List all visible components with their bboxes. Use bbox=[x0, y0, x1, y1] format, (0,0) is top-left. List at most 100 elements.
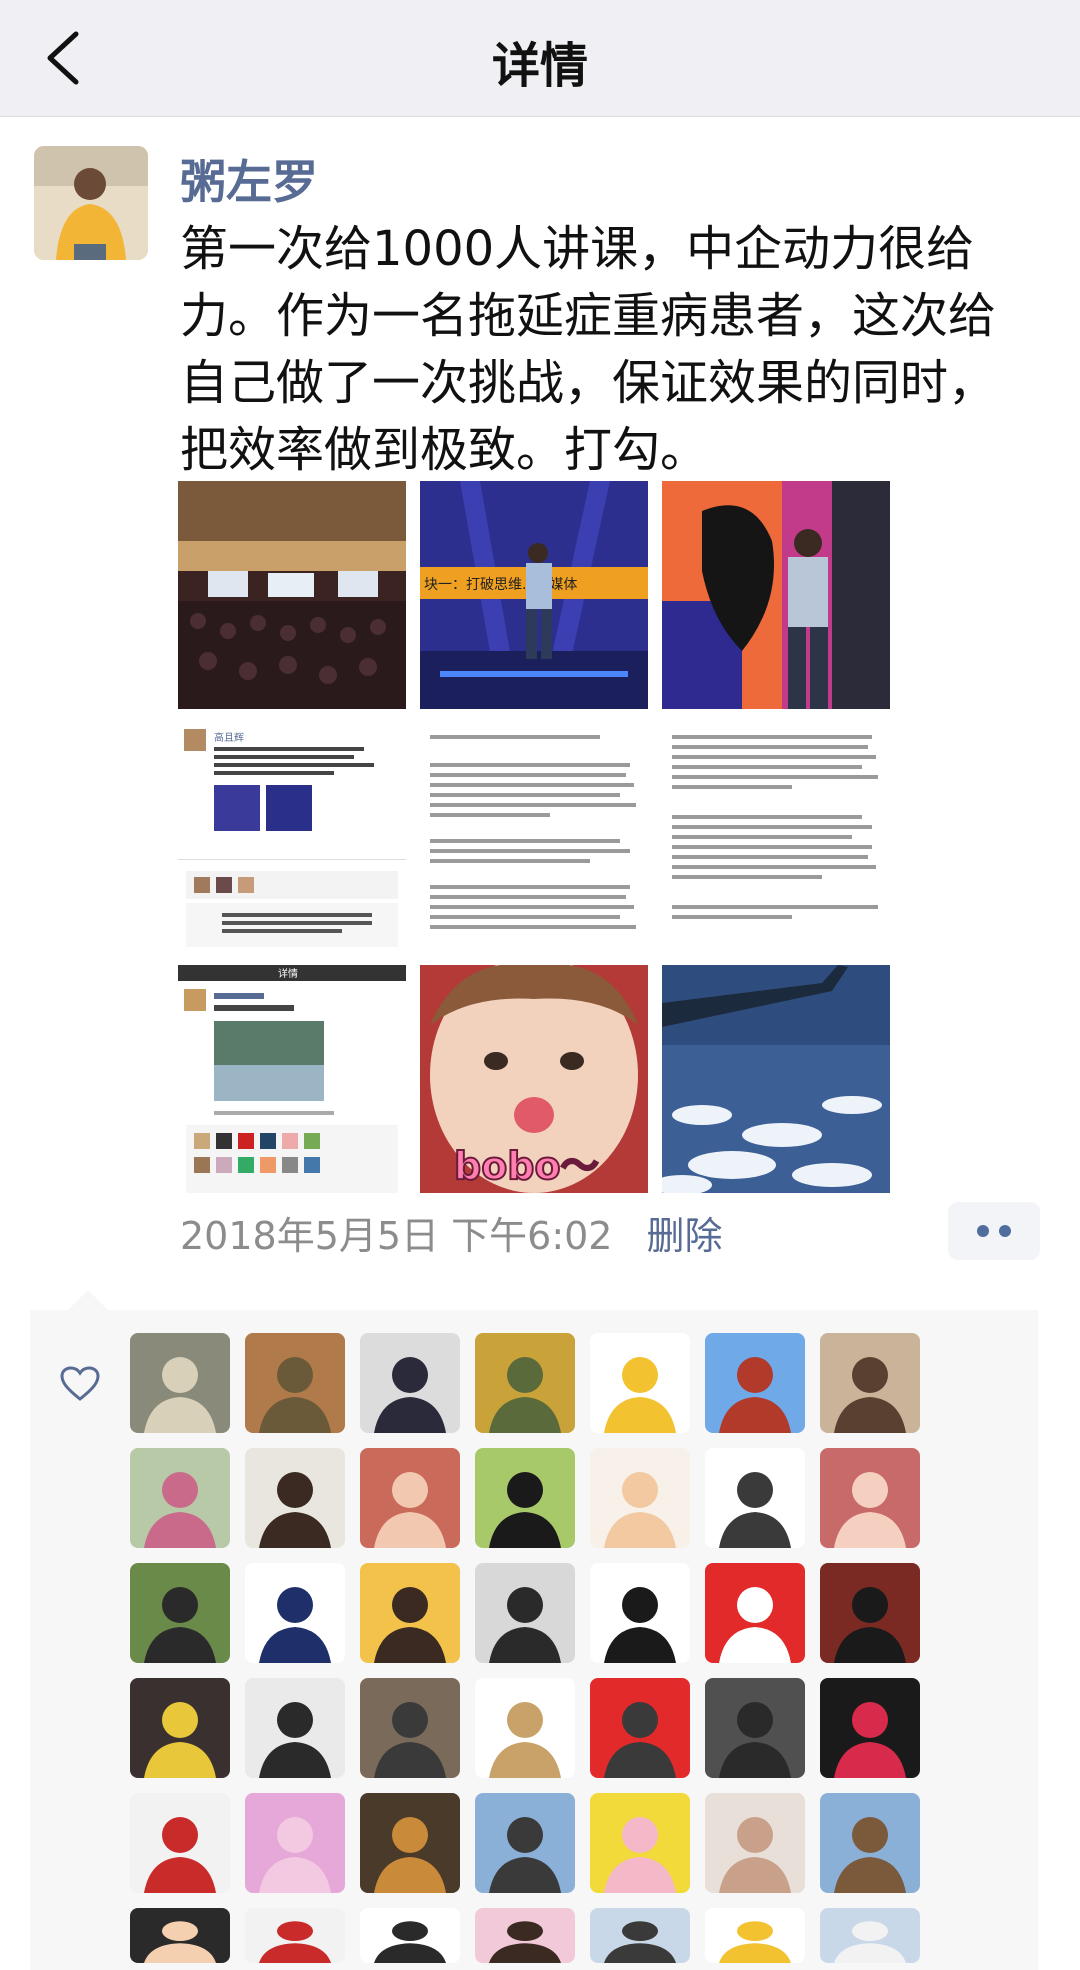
liker-avatar-image bbox=[360, 1448, 460, 1548]
liker-avatar-image bbox=[705, 1793, 805, 1893]
liker-avatar-image bbox=[705, 1563, 805, 1663]
heart-outline-icon bbox=[60, 1366, 100, 1401]
baby-kiss-photo[interactable]: bobo～ bbox=[420, 965, 648, 1193]
post-image-grid: 块一：打破思维...新媒体 高且辉 详情 bobo～ bbox=[178, 481, 890, 1193]
liker-avatar[interactable] bbox=[130, 1563, 230, 1663]
liker-avatar[interactable] bbox=[820, 1448, 920, 1548]
liker-avatar[interactable] bbox=[590, 1678, 690, 1778]
liker-avatar[interactable] bbox=[475, 1908, 575, 1963]
liker-avatar[interactable] bbox=[475, 1678, 575, 1778]
liker-avatar[interactable] bbox=[590, 1908, 690, 1963]
liker-avatar[interactable] bbox=[245, 1333, 345, 1433]
liker-avatar-image bbox=[130, 1563, 230, 1663]
liker-avatar-image bbox=[360, 1678, 460, 1778]
liker-avatar-image bbox=[820, 1563, 920, 1663]
screenshot-author-name: 高且辉 bbox=[214, 731, 244, 744]
liker-avatar[interactable] bbox=[705, 1793, 805, 1893]
page-title: 详情 bbox=[491, 38, 588, 94]
liker-avatar[interactable] bbox=[475, 1793, 575, 1893]
liker-avatar[interactable] bbox=[130, 1793, 230, 1893]
article-text-screenshot-2[interactable] bbox=[662, 723, 890, 951]
liker-avatar-image bbox=[820, 1333, 920, 1433]
stage-banner-text: 块一：打破思维...新媒体 bbox=[424, 576, 577, 593]
liker-avatar-image bbox=[475, 1563, 575, 1663]
conference-hall-photo[interactable] bbox=[178, 481, 406, 709]
speaker-with-screen-photo[interactable] bbox=[662, 481, 890, 709]
liker-avatar[interactable] bbox=[245, 1448, 345, 1548]
liker-avatar-image bbox=[130, 1333, 230, 1433]
liker-avatar[interactable] bbox=[820, 1563, 920, 1663]
liker-avatar[interactable] bbox=[360, 1333, 460, 1433]
liker-avatar-image bbox=[705, 1678, 805, 1778]
author-name[interactable]: 粥左罗 bbox=[180, 146, 318, 212]
liker-avatar-image bbox=[820, 1448, 920, 1548]
liker-avatar[interactable] bbox=[130, 1908, 230, 1963]
liker-avatar[interactable] bbox=[705, 1908, 805, 1963]
delete-link[interactable]: 删除 bbox=[646, 1205, 722, 1260]
liker-avatar[interactable] bbox=[590, 1563, 690, 1663]
liker-avatar[interactable] bbox=[820, 1333, 920, 1433]
liker-avatar-image bbox=[705, 1908, 805, 1963]
liker-avatar[interactable] bbox=[820, 1793, 920, 1893]
liker-avatar[interactable] bbox=[245, 1908, 345, 1963]
liker-avatar[interactable] bbox=[130, 1448, 230, 1548]
liker-avatar-image bbox=[130, 1448, 230, 1548]
liker-avatar[interactable] bbox=[130, 1333, 230, 1433]
liker-avatar-image bbox=[245, 1563, 345, 1663]
screenshot-header-text: 详情 bbox=[278, 967, 298, 980]
liker-avatar[interactable] bbox=[705, 1678, 805, 1778]
liker-avatar-image bbox=[360, 1793, 460, 1893]
author-avatar-image bbox=[34, 146, 148, 260]
liker-avatar[interactable] bbox=[360, 1793, 460, 1893]
liker-avatar-image bbox=[590, 1333, 690, 1433]
liker-avatar[interactable] bbox=[475, 1448, 575, 1548]
liker-avatar[interactable] bbox=[130, 1678, 230, 1778]
liker-avatar-image bbox=[130, 1908, 230, 1963]
navigation-bar: 详情 bbox=[0, 0, 1080, 117]
liker-avatar[interactable] bbox=[820, 1908, 920, 1963]
speaker-on-stage-photo[interactable]: 块一：打破思维...新媒体 bbox=[420, 481, 648, 709]
liker-avatar-image bbox=[590, 1908, 690, 1963]
liker-avatar[interactable] bbox=[705, 1333, 805, 1433]
liker-avatar-image bbox=[590, 1563, 690, 1663]
moments-detail-screenshot[interactable]: 详情 bbox=[178, 965, 406, 1193]
more-dots-icon bbox=[977, 1225, 989, 1237]
liker-avatar-image bbox=[705, 1448, 805, 1548]
liker-avatar-image bbox=[245, 1793, 345, 1893]
liker-avatar[interactable] bbox=[705, 1563, 805, 1663]
liker-avatar-image bbox=[360, 1908, 460, 1963]
liker-avatar-image bbox=[475, 1333, 575, 1433]
airplane-wing-photo[interactable] bbox=[662, 965, 890, 1193]
liker-avatar[interactable] bbox=[590, 1793, 690, 1893]
liker-avatar-image bbox=[245, 1333, 345, 1433]
liker-avatar[interactable] bbox=[245, 1793, 345, 1893]
liker-avatar[interactable] bbox=[820, 1678, 920, 1778]
liker-avatar-image bbox=[820, 1908, 920, 1963]
liker-avatar[interactable] bbox=[360, 1448, 460, 1548]
liker-avatar-image bbox=[245, 1678, 345, 1778]
liker-avatar-image bbox=[360, 1333, 460, 1433]
liker-avatar[interactable] bbox=[245, 1678, 345, 1778]
liker-avatar[interactable] bbox=[360, 1563, 460, 1663]
more-button[interactable] bbox=[948, 1202, 1040, 1260]
liker-avatar-image bbox=[705, 1333, 805, 1433]
liker-avatar-image bbox=[130, 1678, 230, 1778]
article-text-screenshot-1[interactable] bbox=[420, 723, 648, 951]
liker-avatar-image bbox=[590, 1448, 690, 1548]
moments-screenshot-photo[interactable]: 高且辉 bbox=[178, 723, 406, 951]
liker-avatar-image bbox=[590, 1678, 690, 1778]
post-timestamp: 2018年5月5日 下午6:02 bbox=[180, 1213, 613, 1258]
post-text: 第一次给1000人讲课，中企动力很给力。作为一名拖延症重病患者，这次给自己做了一… bbox=[180, 221, 997, 478]
liker-avatar-image bbox=[475, 1908, 575, 1963]
liker-avatar[interactable] bbox=[475, 1333, 575, 1433]
liker-avatar-image bbox=[475, 1448, 575, 1548]
liker-avatar[interactable] bbox=[475, 1563, 575, 1663]
liker-avatar[interactable] bbox=[590, 1333, 690, 1433]
liker-avatar[interactable] bbox=[360, 1678, 460, 1778]
author-avatar[interactable] bbox=[34, 146, 148, 260]
liker-avatar[interactable] bbox=[590, 1448, 690, 1548]
liker-avatar[interactable] bbox=[360, 1908, 460, 1963]
liker-avatar[interactable] bbox=[705, 1448, 805, 1548]
liker-avatar-image bbox=[360, 1563, 460, 1663]
liker-avatar[interactable] bbox=[245, 1563, 345, 1663]
